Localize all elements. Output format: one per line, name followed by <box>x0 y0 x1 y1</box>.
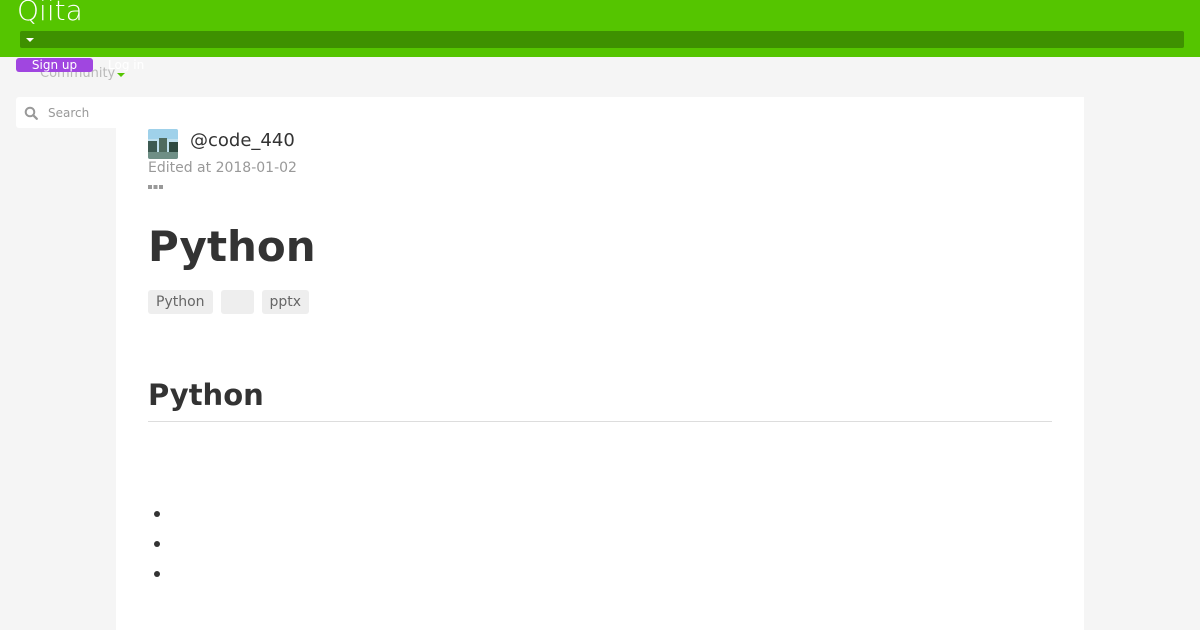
article: @code_440 Edited at 2018-01-02 Python Py… <box>116 97 1084 630</box>
list-item <box>148 563 748 593</box>
section-heading: Python <box>148 378 264 412</box>
avatar-image <box>148 129 178 159</box>
caret-down-icon <box>26 38 34 42</box>
list-item <box>148 533 748 563</box>
tag[interactable] <box>220 290 254 314</box>
author-username[interactable]: @code_440 <box>190 130 295 152</box>
list-item <box>148 503 748 533</box>
author-avatar[interactable] <box>148 129 178 159</box>
site-header: Qiita <box>0 0 1200 57</box>
signup-button[interactable]: Sign up <box>16 58 93 72</box>
search-icon <box>24 106 38 120</box>
heading-divider <box>148 421 1052 422</box>
bullet-list <box>148 503 748 593</box>
login-link[interactable]: Log in <box>108 58 144 72</box>
tag-list: Python pptx <box>148 290 310 314</box>
header-menu-bar[interactable] <box>20 31 1184 48</box>
edited-date: Edited at 2018-01-02 <box>148 160 297 176</box>
article-title: Python <box>148 222 316 271</box>
qiita-logo[interactable]: Qiita <box>17 0 83 28</box>
tag[interactable]: Python <box>148 290 213 314</box>
more-icon[interactable] <box>148 184 164 189</box>
caret-down-icon <box>117 73 125 77</box>
tag[interactable]: pptx <box>261 290 310 314</box>
